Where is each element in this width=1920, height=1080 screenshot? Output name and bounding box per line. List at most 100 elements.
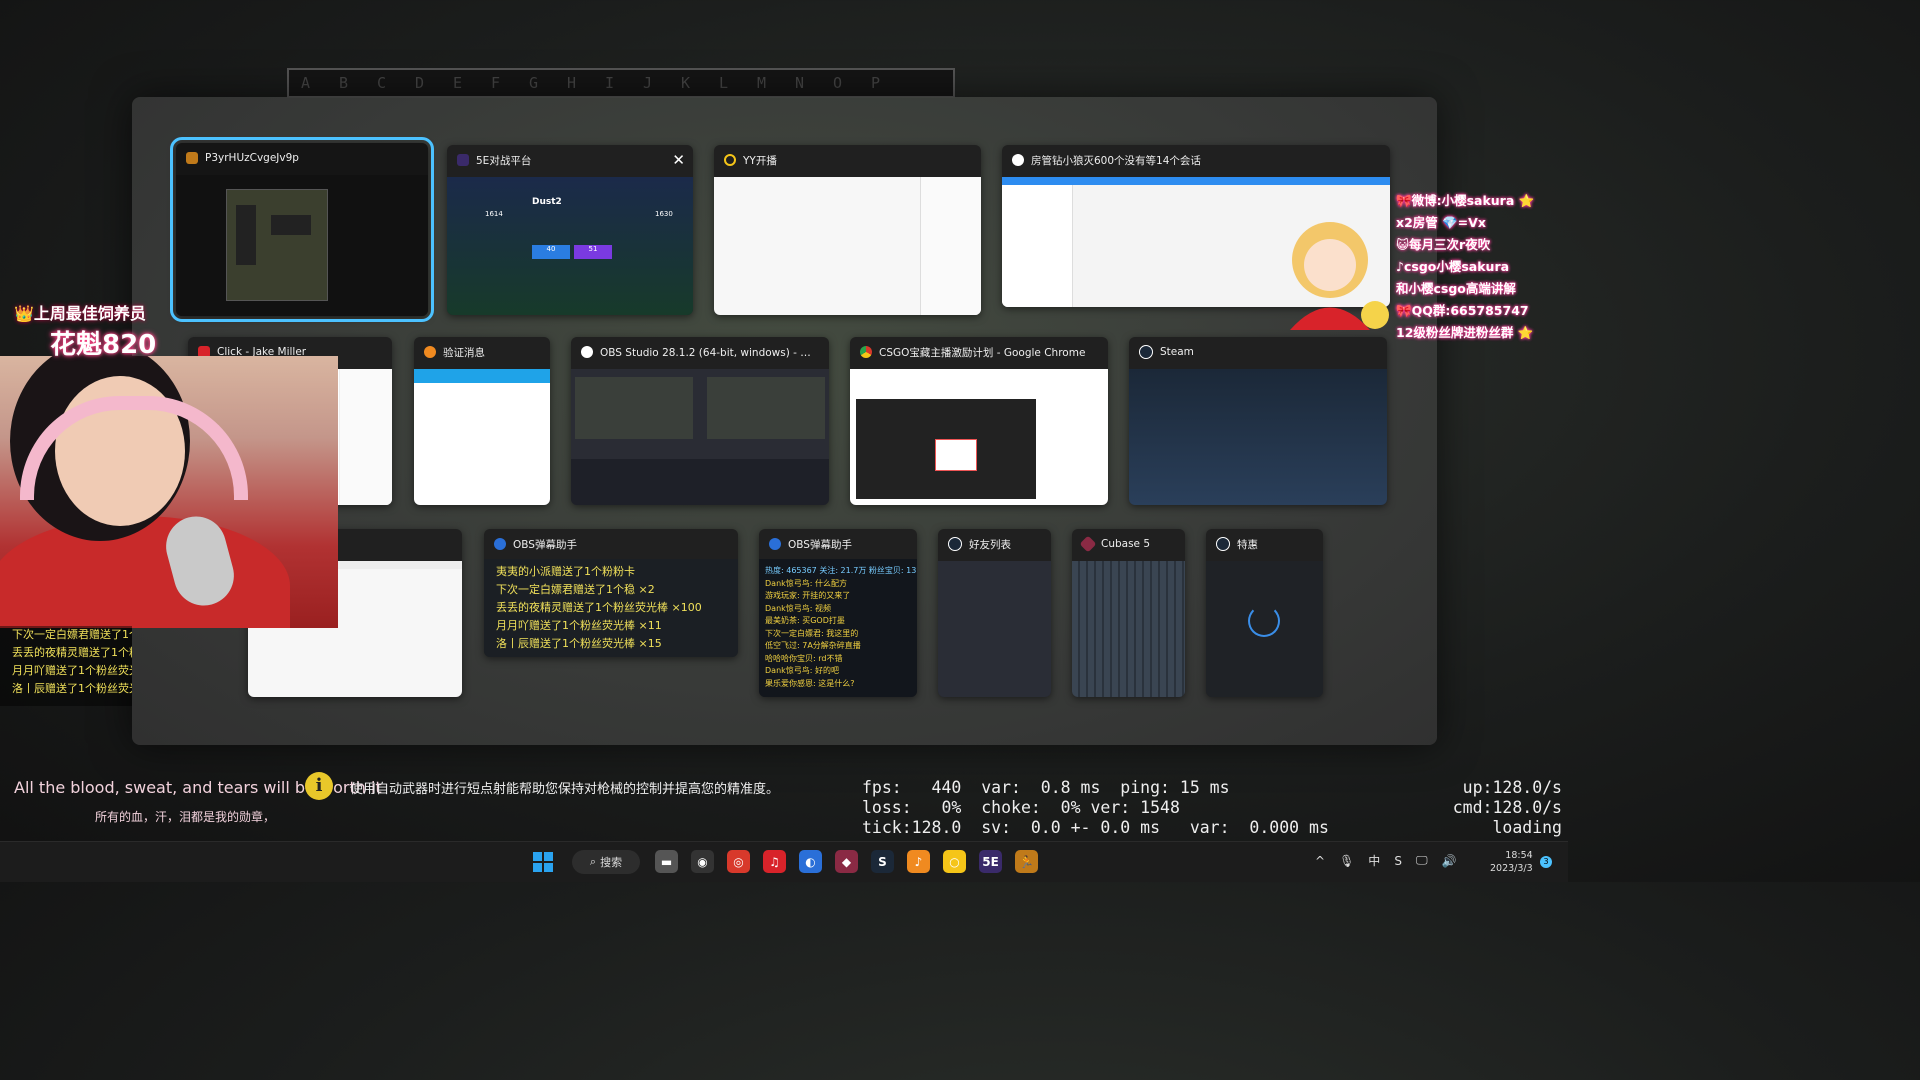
csgo-icon[interactable]: 🏃 [1015,850,1038,873]
window-cubase[interactable]: Cubase 5 [1072,529,1185,697]
window-verify-message[interactable]: 验证消息 [414,337,550,505]
window-title: P3yrHUzCvgeJv9p [205,152,299,164]
strip-letter: I [605,74,615,92]
friends-thumbnail [938,561,1051,697]
steam-icon [1139,345,1153,359]
verify-thumbnail [414,369,550,505]
net-line: loading [1492,818,1562,837]
search-button[interactable]: ⌕ 搜索 [572,850,640,874]
steam-icon[interactable]: S [871,850,894,873]
tray-icon[interactable]: 🎙 [1339,854,1354,868]
strip-letter: F [491,74,501,92]
obs-danmu-icon[interactable]: ◐ [799,850,822,873]
cubase-icon[interactable]: ◆ [835,850,858,873]
danmu-line: 下次一定白嫖君赠送了1个稳 [12,628,132,641]
elo-right: 1630 [655,210,673,218]
net-line: up:128.0/s [1462,778,1562,797]
info-line: 🎀微博:小樱sakura ⭐ [1396,193,1535,208]
5e-thumbnail: Dust2 1614 1630 40 51 [447,177,693,315]
window-friends-list[interactable]: 好友列表 [938,529,1051,697]
strip-letter: D [415,74,425,92]
strip-letter: L [719,74,729,92]
strip-letter: P [871,74,881,92]
cubase-icon [1079,535,1097,553]
danmu-line: Dank惊弓鸟: 好的吧 [765,666,840,675]
info-line: ♪csgo小樱sakura [1396,259,1510,274]
danmu-line: 游戏玩家: 开挂的又来了 [765,591,851,600]
csgo-map-thumbnail [176,175,428,316]
yy-icon[interactable]: ○ [943,850,966,873]
danmu-line: 哈哈哈你宝贝: rd不错 [765,653,843,663]
info-line: 12级粉丝牌进粉丝群 ⭐ [1396,325,1534,340]
window-5e-platform[interactable]: 5E对战平台 ✕ Dust2 1614 1630 40 51 [447,145,693,315]
game-tip: 使用自动武器时进行短点射能帮助您保持对枪械的控制并提高您的精准度。 [350,782,780,797]
window-obs-studio[interactable]: OBS Studio 28.1.2 (64-bit, windows) - 配置… [571,337,829,505]
strip-letter: J [643,74,653,92]
tray-icon[interactable]: 🔊 [1442,854,1457,868]
search-label: 搜索 [600,856,623,869]
file-explorer-icon[interactable]: ▬ [655,850,678,873]
window-title: 验证消息 [443,346,485,359]
elo-left: 1614 [485,210,503,218]
strip-letter: M [757,74,767,92]
badge-line2: 花魁820 [50,330,157,360]
system-tray: ^ 🎙 中 S 🖵 🔊 [1315,852,1456,869]
window-title: OBS Studio 28.1.2 (64-bit, windows) - 配置… [600,346,819,359]
danmu-line: 洛丨辰赠送了1个粉丝荧光 [12,682,132,695]
obs-danmu-icon [769,538,781,550]
window-csgo[interactable]: P3yrHUzCvgeJv9p [170,137,434,322]
yy-thumbnail [714,177,981,315]
window-special-offer[interactable]: 特惠 [1206,529,1323,697]
loading-spinner-icon [1248,605,1280,637]
qq-icon [1012,154,1024,166]
window-chrome[interactable]: CSGO宝藏主播激励计划 - Google Chrome [850,337,1108,505]
window-obs-danmu-2[interactable]: OBS弹幕助手 热度: 465367 关注: 21.7万 粉丝宝贝: 13 Da… [759,529,917,697]
danmu-line: Dank惊弓鸟: 什么配方 [765,578,848,588]
close-icon[interactable]: ✕ [672,151,685,169]
net-line: cmd:128.0/s [1452,798,1562,817]
score-right: 51 [574,245,612,259]
danmu-line: 最美奶茶: 买GOD打墨 [765,616,845,625]
start-button[interactable] [533,852,553,872]
danmu-line: 丢丢的夜精灵赠送了1个粉丝荧光棒 ×100 [496,601,702,614]
taskbar: ⌕ 搜索 ▬ ◉ ◎ ♫ ◐ ◆ S ♪ ○ 5E 🏃 ^ 🎙 中 S 🖵 🔊 18:54 2023/3/3 … [0,841,1568,882]
strip-letter: G [529,74,539,92]
danmu-line: 夷夷的小派赠送了1个粉粉卡 [496,565,635,578]
window-obs-danmu-1[interactable]: OBS弹幕助手 夷夷的小派赠送了1个粉粉卡 下次一定白嫖君赠送了1个稳 ×2 丢… [484,529,738,657]
window-yy[interactable]: YY开播 [714,145,981,315]
headphones [20,396,248,500]
netease-music-icon[interactable]: ♫ [763,850,786,873]
taskbar-apps: ▬ ◉ ◎ ♫ ◐ ◆ S ♪ ○ 5E 🏃 [655,850,1038,873]
webcam-feed [0,356,338,628]
clock-time: 18:54 [1505,850,1533,861]
notification-badge[interactable]: 3 [1540,856,1552,868]
window-title: Cubase 5 [1101,538,1151,550]
badge-line1: 👑上周最佳饲养员 [14,304,146,323]
strip-letter: A [301,74,311,92]
tray-icon[interactable]: 中 [1368,852,1380,869]
danmu-line: 丢丢的夜精灵赠送了1个粉 [12,646,132,659]
steam-icon [948,537,962,551]
tray-icon[interactable]: ^ [1315,854,1325,868]
strip-letter: B [339,74,349,92]
info-line: x2房管 💎=Vx [1396,215,1486,230]
strip-letter: K [681,74,691,92]
info-icon: i [305,772,333,800]
info-line: 🎀QQ群:665785747 [1396,303,1529,318]
obs-icon[interactable]: ◉ [691,850,714,873]
danmu-line: 月月吖赠送了1个粉丝荧光棒 ×11 [496,619,662,632]
5e-icon[interactable]: 5E [979,850,1002,873]
window-title: YY开播 [743,154,777,167]
window-steam[interactable]: Steam [1129,337,1387,505]
clock-date: 2023/3/3 [1490,863,1533,874]
net-line: fps: 440 var: 0.8 ms ping: 15 ms [862,778,1230,797]
strip-letter: O [833,74,843,92]
chrome-icon[interactable]: ◎ [727,850,750,873]
window-title: OBS弹幕助手 [788,538,852,551]
clock[interactable]: 18:54 2023/3/3 [1490,849,1533,875]
steam-thumbnail [1129,369,1387,505]
tray-icon[interactable]: 🖵 [1416,853,1428,868]
window-title: 5E对战平台 [476,154,532,167]
qq-orange-icon[interactable]: ♪ [907,850,930,873]
tray-icon[interactable]: S [1394,854,1402,868]
